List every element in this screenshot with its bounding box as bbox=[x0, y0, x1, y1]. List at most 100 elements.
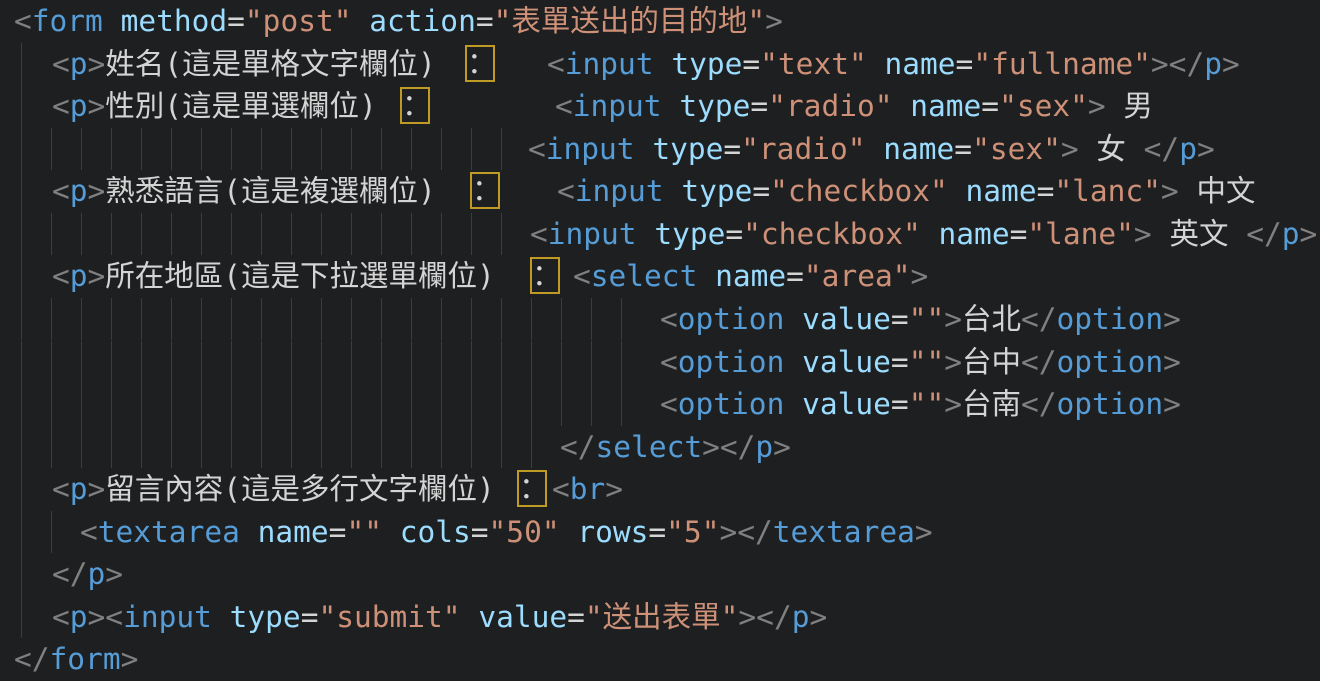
code-token: = bbox=[752, 174, 770, 208]
indent-guide bbox=[81, 383, 82, 426]
indent-guide bbox=[411, 383, 412, 426]
indent-guide bbox=[591, 383, 592, 426]
code-segment: <input type="checkbox" name="lane"> 英文 <… bbox=[530, 213, 1317, 256]
code-token: = bbox=[301, 600, 319, 634]
code-segment: <p>所在地區(這是下拉選單欄位) bbox=[52, 255, 495, 298]
code-token: 留言內容(這是多行文字欄位) bbox=[105, 472, 495, 506]
indent-guide bbox=[81, 341, 82, 384]
code-token: >< bbox=[88, 600, 124, 634]
code-token: 男 bbox=[1106, 89, 1153, 123]
indent-guide bbox=[351, 298, 352, 341]
indent-guide bbox=[291, 383, 292, 426]
indent-guide bbox=[111, 213, 112, 256]
code-token: name bbox=[258, 515, 329, 549]
indent-guide bbox=[261, 128, 262, 171]
code-token: option bbox=[1057, 387, 1164, 421]
indent-guide bbox=[171, 426, 172, 469]
code-token: option bbox=[1057, 345, 1164, 379]
code-token: "text" bbox=[760, 47, 867, 81]
code-token: "area" bbox=[804, 259, 911, 293]
code-token: p bbox=[70, 259, 88, 293]
code-token: 熟悉語言(這是複選欄位) bbox=[105, 174, 436, 208]
code-line-3: <p>性別(這是單選欄位)：<input type="radio" name="… bbox=[0, 85, 1320, 128]
code-token: 性別(這是單選欄位) bbox=[105, 89, 377, 123]
code-token: textarea bbox=[773, 515, 915, 549]
indent-guide bbox=[321, 383, 322, 426]
code-token: value bbox=[802, 345, 891, 379]
indent-guide bbox=[231, 298, 232, 341]
code-token: = bbox=[742, 47, 760, 81]
indent-guide bbox=[81, 213, 82, 256]
code-token: = bbox=[1037, 174, 1055, 208]
code-token: value bbox=[478, 600, 567, 634]
code-segment: </select></p> bbox=[560, 426, 791, 469]
code-token: </ bbox=[1144, 132, 1180, 166]
code-token: = bbox=[567, 600, 585, 634]
code-token: < bbox=[80, 515, 98, 549]
code-token: "radio" bbox=[768, 89, 892, 123]
code-token: = bbox=[891, 302, 909, 336]
indent-guide bbox=[171, 128, 172, 171]
code-token: "lanc" bbox=[1054, 174, 1161, 208]
code-token: < bbox=[52, 174, 70, 208]
unicode-highlight-box: ： bbox=[530, 257, 560, 294]
code-token: = bbox=[891, 345, 909, 379]
code-token bbox=[637, 217, 655, 251]
indent-guide bbox=[231, 383, 232, 426]
indent-guide bbox=[351, 213, 352, 256]
code-token bbox=[212, 600, 230, 634]
code-segment: <p><input type="submit" value="送出表單"></p… bbox=[52, 596, 827, 639]
code-token: name bbox=[885, 47, 956, 81]
indent-guide bbox=[171, 341, 172, 384]
code-line-5: <p>熟悉語言(這是複選欄位)：<input type="checkbox" n… bbox=[0, 170, 1320, 213]
code-token: < bbox=[14, 4, 32, 38]
indent-guide bbox=[321, 298, 322, 341]
indent-guide bbox=[501, 213, 502, 256]
indent-guide bbox=[201, 383, 202, 426]
indent-guide bbox=[231, 426, 232, 469]
indent-guide bbox=[381, 426, 382, 469]
code-token: 英文 bbox=[1152, 217, 1247, 251]
code-token: 女 bbox=[1079, 132, 1144, 166]
code-token: < bbox=[573, 259, 591, 293]
indent-guide bbox=[291, 426, 292, 469]
code-token: </ bbox=[1021, 302, 1057, 336]
code-token: < bbox=[547, 47, 565, 81]
code-segment: <input type="radio" name="sex"> 男 bbox=[555, 85, 1153, 128]
code-token bbox=[865, 132, 883, 166]
code-segment: <input type="radio" name="sex"> 女 </p> bbox=[528, 128, 1215, 171]
code-line-8: <option value="">台北</option> bbox=[0, 298, 1320, 341]
code-token: 台中 bbox=[962, 345, 1021, 379]
code-token: < bbox=[528, 132, 546, 166]
code-token: value bbox=[802, 302, 891, 336]
code-token: option bbox=[678, 302, 785, 336]
code-token: = bbox=[725, 217, 743, 251]
indent-guide bbox=[561, 298, 562, 341]
indent-guide bbox=[141, 213, 142, 256]
code-token: = bbox=[981, 89, 999, 123]
code-token: > bbox=[88, 47, 106, 81]
indent-guide bbox=[561, 341, 562, 384]
unicode-highlight-box: ： bbox=[465, 45, 495, 82]
indent-guide bbox=[441, 128, 442, 171]
code-segment: <option value="">台中</option> bbox=[660, 341, 1181, 384]
code-segment: <p>熟悉語言(這是複選欄位) bbox=[52, 170, 436, 213]
code-editor[interactable]: <form method="post" action="表單送出的目的地"><p… bbox=[0, 0, 1320, 681]
indent-guide bbox=[111, 341, 112, 384]
code-line-9: <option value="">台中</option> bbox=[0, 341, 1320, 384]
code-line-1: <form method="post" action="表單送出的目的地"> bbox=[0, 0, 1320, 43]
code-token: p bbox=[755, 430, 773, 464]
indent-guide bbox=[51, 213, 52, 256]
code-token: "5" bbox=[666, 515, 719, 549]
indent-guide bbox=[471, 383, 472, 426]
indent-guide bbox=[411, 128, 412, 171]
code-token: "" bbox=[909, 302, 945, 336]
code-token: = bbox=[891, 387, 909, 421]
code-token: ></ bbox=[1151, 47, 1204, 81]
code-token: p bbox=[88, 557, 106, 591]
code-token: > bbox=[773, 430, 791, 464]
code-token: 姓名(這是單格文字欄位) bbox=[105, 47, 436, 81]
code-token: > bbox=[915, 515, 933, 549]
indent-guide bbox=[111, 298, 112, 341]
code-segment: <input type="checkbox" name="lanc"> 中文 bbox=[557, 170, 1255, 213]
